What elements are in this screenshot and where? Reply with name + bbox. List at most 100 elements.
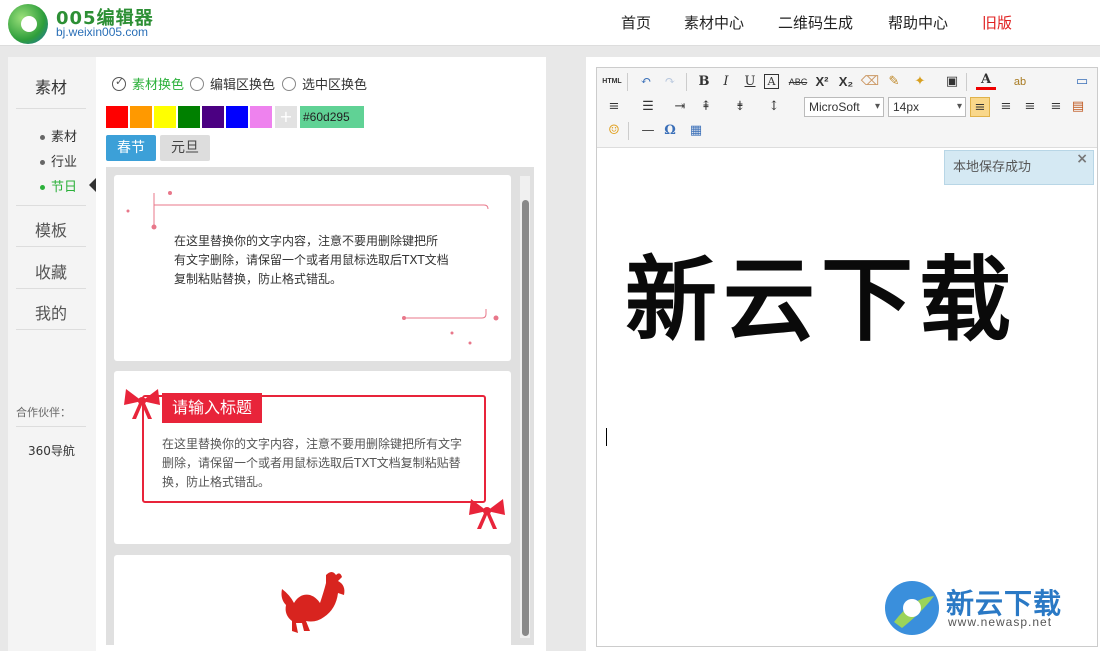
align-left-icon[interactable]: ≡ [970, 97, 990, 117]
calligraphy-text: 新云下载 [625, 246, 1017, 350]
swatch-orange[interactable] [130, 106, 152, 128]
sidebar-sub-industry[interactable]: 行业 [40, 151, 77, 170]
nav-old-version[interactable]: 旧版 [982, 12, 1012, 33]
text-cursor [606, 428, 607, 446]
card-title: 请输入标题 [162, 393, 263, 423]
table-icon[interactable]: ▦ [686, 121, 706, 141]
radio-checked-icon [112, 75, 126, 91]
paste-icon[interactable]: ▣ [942, 72, 962, 92]
nav-material-center[interactable]: 素材中心 [684, 12, 744, 33]
bold-icon[interactable]: B [694, 72, 714, 92]
eraser-icon[interactable]: ⌫ [860, 72, 880, 92]
redo-icon[interactable]: ↷ [660, 72, 680, 92]
nav-home[interactable]: 首页 [621, 12, 651, 33]
rooster-icon [281, 572, 345, 633]
toolbar-separator [686, 73, 687, 91]
watermark-url: www.newasp.net [948, 615, 1053, 629]
card-text: 在这里替换你的文字内容，注意不要用删除键把所有文字删除，请保留一个或者用鼠标选取… [162, 437, 463, 489]
logo-url[interactable]: bj.weixin005.com [56, 25, 148, 39]
red-bow-icon [469, 499, 505, 529]
nav-help[interactable]: 帮助中心 [888, 12, 948, 33]
swatch-blue[interactable] [226, 106, 248, 128]
nav-qrcode[interactable]: 二维码生成 [778, 12, 853, 33]
font-family-select[interactable]: MicroSoft [804, 97, 884, 117]
radio-icon [190, 77, 204, 91]
swatch-violet[interactable] [250, 106, 272, 128]
swatch-indigo[interactable] [202, 106, 224, 128]
material-card[interactable]: 在这里替换你的文字内容，注意不要用删除键把所有文字删除，请保留一个或者用鼠标选取… [114, 175, 511, 361]
sidebar-item-mine[interactable]: 我的 [16, 300, 86, 324]
radio-material-color[interactable]: 素材换色 [112, 74, 184, 93]
row-spacing-top-icon[interactable]: ⇞ [696, 97, 716, 117]
divider [16, 426, 86, 427]
list-scrollbar-thumb[interactable] [522, 200, 529, 636]
horizontal-rule-icon[interactable]: — [638, 121, 658, 141]
material-list[interactable]: 在这里替换你的文字内容，注意不要用删除键把所有文字删除，请保留一个或者用鼠标选取… [106, 167, 534, 645]
radio-label: 素材换色 [132, 78, 185, 93]
bullet-icon [40, 185, 45, 190]
sidebar-sub-label: 行业 [51, 155, 78, 170]
emoji-icon[interactable]: ☺ [604, 121, 624, 141]
bullet-icon [40, 160, 45, 165]
swatch-yellow[interactable] [154, 106, 176, 128]
sidebar [8, 57, 96, 651]
radio-label: 编辑区换色 [210, 78, 276, 93]
divider [16, 108, 86, 109]
logo-icon[interactable] [8, 4, 48, 44]
sidebar-sub-holiday[interactable]: 节日 [40, 176, 77, 195]
font-color-icon[interactable]: A [976, 72, 996, 90]
sidebar-item-favorites[interactable]: 收藏 [16, 259, 86, 283]
close-icon[interactable]: × [1076, 152, 1088, 166]
red-bow-icon [124, 389, 160, 419]
align-right-icon[interactable]: ≡ [1020, 97, 1040, 117]
radio-editor-color[interactable]: 编辑区换色 [190, 74, 275, 93]
insert-image-icon[interactable]: ▤ [1068, 97, 1088, 117]
align-justify-icon[interactable]: ≡ [1046, 97, 1066, 117]
partner-link-360[interactable]: 360导航 [28, 442, 75, 459]
undo-icon[interactable]: ↶ [636, 72, 656, 92]
row-spacing-bottom-icon[interactable]: ⇟ [730, 97, 750, 117]
italic-icon[interactable]: I [716, 72, 736, 92]
swatch-red[interactable] [106, 106, 128, 128]
preview-icon[interactable]: ▭ [1072, 72, 1092, 92]
divider [16, 205, 86, 206]
divider [16, 329, 86, 330]
add-color-button[interactable]: + [275, 106, 297, 128]
toolbar-separator [966, 73, 967, 91]
font-border-icon[interactable]: A [764, 74, 779, 89]
ordered-list-icon[interactable]: ≡ [604, 97, 624, 117]
swatch-green[interactable] [178, 106, 200, 128]
save-toast: 本地保存成功 × [944, 150, 1094, 185]
indent-icon[interactable]: ⇥ [670, 97, 690, 117]
bullet-icon [40, 135, 45, 140]
partner-label: 合作伙伴： [16, 406, 71, 419]
special-char-icon[interactable]: Ω [660, 121, 680, 141]
sidebar-sub-material[interactable]: 素材 [40, 126, 77, 145]
font-size-select[interactable]: 14px [888, 97, 966, 117]
tab-spring-festival[interactable]: 春节 [106, 135, 156, 161]
magic-wand-icon[interactable]: ✦ [910, 72, 930, 92]
underline-icon[interactable]: U [740, 72, 760, 92]
sidebar-title[interactable]: 素材 [16, 74, 86, 98]
strikethrough-icon[interactable]: ABC [788, 72, 808, 92]
toolbar-separator [627, 73, 628, 91]
radio-icon [282, 77, 296, 91]
material-card[interactable] [114, 555, 511, 645]
subscript-icon[interactable]: X₂ [836, 72, 856, 92]
html-source-icon[interactable]: HTML [602, 72, 622, 92]
toolbar-separator [628, 122, 629, 140]
material-card[interactable]: 请输入标题 在这里替换你的文字内容，注意不要用删除键把所有文字删除，请保留一个或… [114, 371, 511, 544]
tab-new-year[interactable]: 元旦 [160, 135, 210, 161]
calligraphy-image: 新云下载 [625, 246, 1017, 350]
align-center-icon[interactable]: ≡ [996, 97, 1016, 117]
sidebar-sub-label: 节日 [51, 180, 78, 195]
superscript-icon[interactable]: X² [812, 72, 832, 92]
line-height-icon[interactable]: ↕ [764, 97, 784, 117]
radio-selection-color[interactable]: 选中区换色 [282, 74, 367, 93]
sidebar-item-template[interactable]: 模板 [16, 217, 86, 241]
radio-label: 选中区换色 [302, 78, 368, 93]
highlight-color-icon[interactable]: ab [1010, 72, 1030, 92]
hex-color-input[interactable]: #60d295 [300, 106, 364, 128]
format-brush-icon[interactable]: ✎ [884, 72, 904, 92]
unordered-list-icon[interactable]: ☰ [638, 97, 658, 117]
